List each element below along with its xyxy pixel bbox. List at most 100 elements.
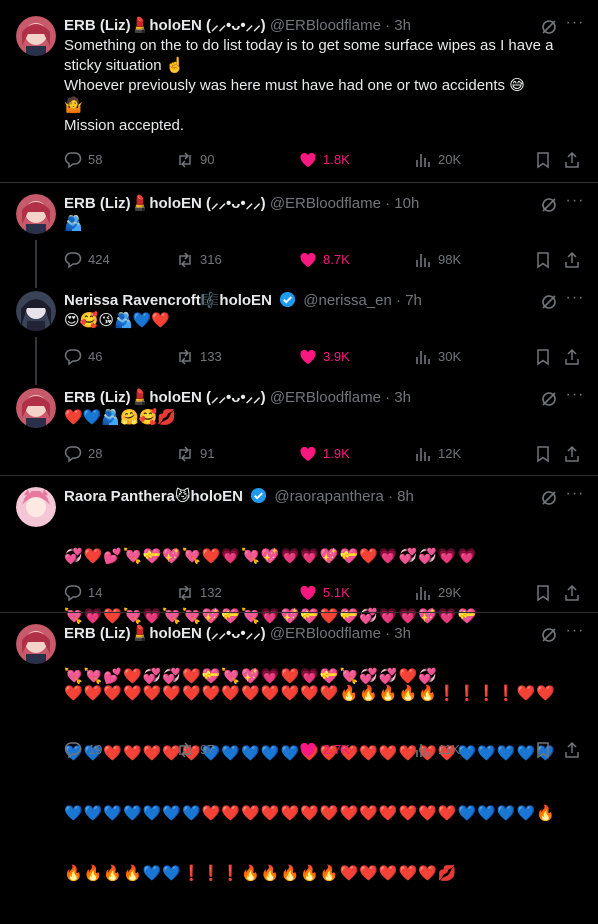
tweet-header: Nerissa Ravencroft🎼holoEN @nerissa_en · … xyxy=(64,291,528,311)
more-options-icon[interactable]: ··· xyxy=(564,289,586,311)
more-options-icon[interactable]: ··· xyxy=(564,485,586,507)
timeline-feed: ERB (Liz)💄holoEN (⸝⸝•ᴗ•⸝⸝) @ERBloodflame… xyxy=(0,0,598,882)
timestamp[interactable]: 10h xyxy=(394,195,419,212)
separator-dot: · xyxy=(385,195,391,212)
bookmark-icon xyxy=(537,585,549,602)
display-name[interactable]: ERB (Liz)💄holoEN (⸝⸝•ᴗ•⸝⸝) xyxy=(64,17,266,34)
share-icon xyxy=(565,445,579,462)
share-icon xyxy=(565,151,579,168)
repost-icon xyxy=(179,446,191,462)
reply-icon xyxy=(64,585,82,602)
views-chart-icon xyxy=(416,587,430,600)
tweet-text: ❤️❤️❤️❤️❤️❤️❤️❤️❤️❤️❤️❤️❤️❤️🔥🔥🔥🔥🔥❗❗❗❗❤️❤… xyxy=(64,644,582,924)
timestamp[interactable]: 7h xyxy=(405,292,422,309)
tweet-header: ERB (Liz)💄holoEN (⸝⸝•ᴗ•⸝⸝) @ERBloodflame… xyxy=(64,624,528,644)
emoji-row: 💞❤️💕💘💝💖💘❤️💗💘💖💗💗💖💝❤️💗💞💞💗💗 xyxy=(64,548,478,565)
heart-filled-icon xyxy=(300,252,316,267)
grok-icon[interactable] xyxy=(540,196,558,214)
repost-count: 133 xyxy=(200,349,222,364)
heart-filled-icon xyxy=(300,742,316,757)
tweet-divider xyxy=(0,182,598,183)
tweet[interactable]: Raora Panthera😼holoEN @raorapanthera · 8… xyxy=(0,485,598,685)
view-count: 29K xyxy=(438,585,462,600)
repost-count: 90 xyxy=(200,152,215,167)
like-count: 3.9K xyxy=(323,349,350,364)
heart-filled-icon xyxy=(300,349,316,364)
repost-count: 316 xyxy=(200,252,222,267)
views-chart-icon xyxy=(416,254,430,267)
tweet[interactable]: Nerissa Ravencroft🎼holoEN @nerissa_en · … xyxy=(0,289,598,371)
timestamp[interactable]: 3h xyxy=(394,389,411,406)
bookmark-icon xyxy=(537,446,549,463)
view-count: 30K xyxy=(438,349,462,364)
avatar[interactable] xyxy=(16,194,56,234)
repost-count: 132 xyxy=(200,585,222,600)
views-chart-icon xyxy=(416,744,430,757)
display-name[interactable]: Raora Panthera😼holoEN xyxy=(64,488,243,505)
more-options-icon[interactable]: ··· xyxy=(564,192,586,214)
like-count: 2.7K xyxy=(323,742,350,757)
more-options-icon[interactable]: ··· xyxy=(564,386,586,408)
handle[interactable]: @raorapanthera xyxy=(274,488,383,505)
reply-icon xyxy=(64,252,82,269)
reply-count: 28 xyxy=(88,446,103,461)
tweet-text: 🫂 xyxy=(64,215,83,232)
view-count: 20K xyxy=(438,152,462,167)
tweet-text: ❤️💙🫂🤗🥰💋 xyxy=(64,409,177,426)
avatar[interactable] xyxy=(16,16,56,56)
tweet[interactable]: ERB (Liz)💄holoEN (⸝⸝•ᴗ•⸝⸝) @ERBloodflame… xyxy=(0,386,598,468)
handle[interactable]: @ERBloodflame xyxy=(270,195,381,212)
avatar[interactable] xyxy=(16,487,56,527)
timestamp[interactable]: 3h xyxy=(394,625,411,642)
bookmark-icon xyxy=(537,152,549,169)
emoji-row: 💙💙💙💙💙💙💙❤️❤️❤️❤️❤️❤️❤️❤️❤️❤️❤️❤️❤️💙💙💙💙🔥 xyxy=(64,805,556,822)
tweet[interactable]: ERB (Liz)💄holoEN (⸝⸝•ᴗ•⸝⸝) @ERBloodflame… xyxy=(0,622,598,882)
heart-filled-icon xyxy=(300,446,316,461)
share-icon xyxy=(565,251,579,268)
handle[interactable]: @ERBloodflame xyxy=(270,389,381,406)
tweet[interactable]: ERB (Liz)💄holoEN (⸝⸝•ᴗ•⸝⸝) @ERBloodflame… xyxy=(0,192,598,274)
reply-count: 424 xyxy=(88,252,110,267)
repost-icon xyxy=(179,252,191,268)
share-icon xyxy=(565,348,579,365)
like-count: 1.9K xyxy=(323,446,350,461)
tweet-text: 😍🥰😘🫂💙❤️ xyxy=(64,312,170,329)
verified-badge-icon xyxy=(251,487,267,504)
tweet[interactable]: ERB (Liz)💄holoEN (⸝⸝•ᴗ•⸝⸝) @ERBloodflame… xyxy=(0,14,598,176)
avatar[interactable] xyxy=(16,291,56,331)
avatar[interactable] xyxy=(16,388,56,428)
heart-filled-icon xyxy=(300,585,316,600)
reply-count: 58 xyxy=(88,152,103,167)
handle[interactable]: @nerissa_en xyxy=(303,292,392,309)
more-options-icon[interactable]: ··· xyxy=(564,622,586,644)
display-name[interactable]: ERB (Liz)💄holoEN (⸝⸝•ᴗ•⸝⸝) xyxy=(64,625,266,642)
like-count: 1.8K xyxy=(323,152,350,167)
grok-icon[interactable] xyxy=(540,489,558,507)
bookmark-icon xyxy=(537,252,549,269)
tweet-text: Something on the to do list today is to … xyxy=(64,37,554,134)
separator-dot: · xyxy=(385,17,391,34)
share-icon xyxy=(565,741,579,758)
separator-dot: · xyxy=(385,625,391,642)
timestamp[interactable]: 8h xyxy=(397,488,414,505)
action-bar: 28 91 1.9K 12K xyxy=(64,444,582,464)
handle[interactable]: @ERBloodflame xyxy=(270,17,381,34)
verified-badge-icon xyxy=(280,291,296,308)
timestamp[interactable]: 3h xyxy=(394,17,411,34)
grok-icon[interactable] xyxy=(540,293,558,311)
avatar[interactable] xyxy=(16,624,56,664)
display-name[interactable]: Nerissa Ravencroft🎼holoEN xyxy=(64,292,272,309)
reply-count: 46 xyxy=(88,349,103,364)
views-chart-icon xyxy=(416,351,430,364)
repost-icon xyxy=(179,349,191,365)
tweet-header: ERB (Liz)💄holoEN (⸝⸝•ᴗ•⸝⸝) @ERBloodflame… xyxy=(64,194,528,214)
grok-icon[interactable] xyxy=(540,390,558,408)
grok-icon[interactable] xyxy=(540,18,558,36)
grok-icon[interactable] xyxy=(540,626,558,644)
tweet-divider xyxy=(0,475,598,476)
view-count: 11K xyxy=(438,742,461,757)
display-name[interactable]: ERB (Liz)💄holoEN (⸝⸝•ᴗ•⸝⸝) xyxy=(64,389,266,406)
handle[interactable]: @ERBloodflame xyxy=(270,625,381,642)
more-options-icon[interactable]: ··· xyxy=(564,14,586,36)
display-name[interactable]: ERB (Liz)💄holoEN (⸝⸝•ᴗ•⸝⸝) xyxy=(64,195,266,212)
